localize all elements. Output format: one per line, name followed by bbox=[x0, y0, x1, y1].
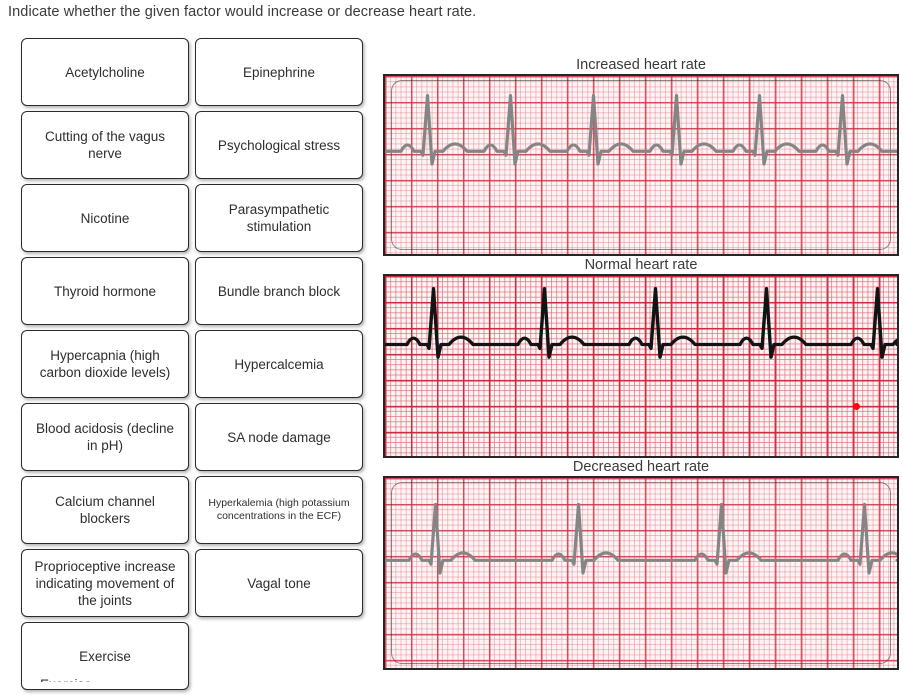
factor-card[interactable]: Nicotine bbox=[21, 184, 189, 252]
factor-card[interactable]: Calcium channel blockers bbox=[21, 476, 189, 544]
factor-column-right: Epinephrine Psychological stress Parasympa… bbox=[195, 38, 363, 622]
factor-card[interactable]: Psychological stress bbox=[195, 111, 363, 179]
factor-card[interactable]: Parasympathetic stimulation bbox=[195, 184, 363, 252]
page-title: Indicate whether the given factor would … bbox=[8, 4, 477, 20]
ecg-waveform bbox=[385, 287, 897, 359]
ecg-block: Increased heart rate bbox=[383, 56, 899, 256]
factor-card[interactable]: Hypercapnia (high carbon dioxide levels) bbox=[21, 330, 189, 398]
factor-card[interactable]: Proprioceptive increase indicating movem… bbox=[21, 549, 189, 617]
ecg-waveform bbox=[385, 502, 897, 575]
ecg-panel-title: Normal heart rate bbox=[584, 257, 698, 273]
ecg-trace-svg bbox=[385, 287, 897, 359]
ecg-trace-svg bbox=[385, 93, 897, 166]
factor-card[interactable]: SA node damage bbox=[195, 403, 363, 471]
ecg-block: Decreased heart rate bbox=[383, 458, 899, 670]
ecg-strip[interactable] bbox=[383, 274, 899, 458]
ecg-waveform bbox=[385, 93, 897, 166]
ecg-panel-title: Increased heart rate bbox=[576, 57, 706, 73]
ecg-block: Normal heart rate bbox=[383, 256, 899, 458]
ecg-panel-title: Decreased heart rate bbox=[572, 459, 710, 475]
factor-card[interactable]: Hypercalcemia bbox=[195, 330, 363, 398]
ecg-strip[interactable] bbox=[383, 74, 899, 256]
cursor-dot bbox=[853, 403, 860, 410]
factor-card[interactable]: Acetylcholine bbox=[21, 38, 189, 106]
ecg-trace-svg bbox=[385, 502, 897, 575]
factor-card[interactable]: Thyroid hormone bbox=[21, 257, 189, 325]
ecg-panel-group: Increased heart rate Normal heart rate Dec… bbox=[383, 56, 899, 670]
bottom-cutoff-label: Exercise bbox=[40, 676, 340, 682]
factor-card[interactable]: Bundle branch block bbox=[195, 257, 363, 325]
factor-card[interactable]: Cutting of the vagus nerve bbox=[21, 111, 189, 179]
factor-card[interactable]: Blood acidosis (decline in pH) bbox=[21, 403, 189, 471]
factor-card[interactable]: Vagal tone bbox=[195, 549, 363, 617]
factor-card[interactable]: Epinephrine bbox=[195, 38, 363, 106]
factor-card[interactable]: Hyperkalemia (high potassium concentrati… bbox=[195, 476, 363, 544]
ecg-strip[interactable] bbox=[383, 476, 899, 670]
factor-column-left: Acetylcholine Cutting of the vagus nerve N… bbox=[21, 38, 189, 695]
